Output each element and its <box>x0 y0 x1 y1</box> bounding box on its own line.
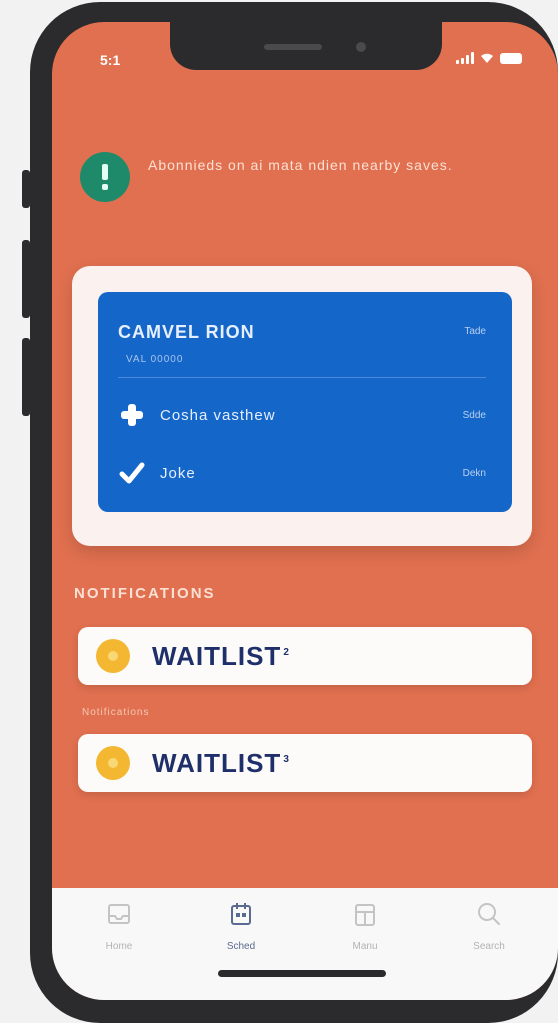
tab-label: Search <box>473 941 505 952</box>
home-indicator[interactable] <box>218 970 386 977</box>
volume-down-button <box>22 338 30 416</box>
notifications-subcaption: Notifications <box>82 707 150 718</box>
check-icon <box>118 459 146 487</box>
tab-label: Home <box>105 941 133 952</box>
search-icon <box>478 903 500 925</box>
volume-up-button <box>22 240 30 318</box>
alert-icon <box>80 152 130 202</box>
inbox-icon <box>108 904 130 924</box>
notification-text: WAITLIST 2 <box>152 640 290 671</box>
phone-screen: 5:1 Abonnieds on ai mata ndien nearby sa… <box>52 22 558 1000</box>
coin-icon <box>96 639 130 673</box>
status-time: 5:1 <box>100 52 121 68</box>
card-subtitle: VAL 00000 <box>126 354 184 365</box>
blue-card[interactable]: CAMVEL RION Tade VAL 00000 Cosha vasthew… <box>98 292 512 512</box>
notification-item[interactable]: WAITLIST 2 <box>78 627 532 685</box>
card-row-meta: Dekn <box>462 467 486 479</box>
card-row-cosha[interactable]: Cosha vasthew Sdde <box>118 400 486 430</box>
card-row-label: Cosha vasthew <box>160 406 276 424</box>
tab-search[interactable]: Search <box>444 900 534 952</box>
coin-icon <box>96 746 130 780</box>
speaker-grille <box>264 44 322 50</box>
calendar-icon <box>231 903 251 925</box>
tab-label: Sched <box>226 941 256 952</box>
plus-icon <box>118 401 146 429</box>
front-camera <box>356 42 366 52</box>
mute-switch <box>22 170 30 208</box>
wifi-icon <box>481 53 493 63</box>
card-container: CAMVEL RION Tade VAL 00000 Cosha vasthew… <box>72 266 532 546</box>
signal-icon <box>456 52 474 64</box>
tab-manu[interactable]: Manu <box>320 900 410 952</box>
card-divider <box>118 377 486 378</box>
status-icons <box>456 52 522 64</box>
banner-text: Abonnieds on ai mata ndien nearby saves. <box>148 157 453 173</box>
notifications-heading: NOTIFICATIONS <box>74 585 216 602</box>
tab-label: Manu <box>352 941 378 952</box>
card-title: CAMVEL RION <box>118 322 255 342</box>
card-row-meta: Sdde <box>462 409 486 421</box>
card-row-joke[interactable]: Joke Dekn <box>118 458 486 488</box>
card-tag: Tade <box>464 326 486 337</box>
grid-icon <box>355 904 375 926</box>
notification-item[interactable]: WAITLIST 3 <box>78 734 532 792</box>
tab-bar: Home Sched Manu Search <box>52 888 558 1000</box>
tab-home[interactable]: Home <box>74 900 164 952</box>
info-banner: Abonnieds on ai mata ndien nearby saves. <box>80 152 518 202</box>
card-row-label: Joke <box>160 464 196 482</box>
notch <box>170 22 442 70</box>
notification-text: WAITLIST 3 <box>152 747 290 778</box>
battery-icon <box>500 52 522 64</box>
tab-sched[interactable]: Sched <box>196 900 286 952</box>
